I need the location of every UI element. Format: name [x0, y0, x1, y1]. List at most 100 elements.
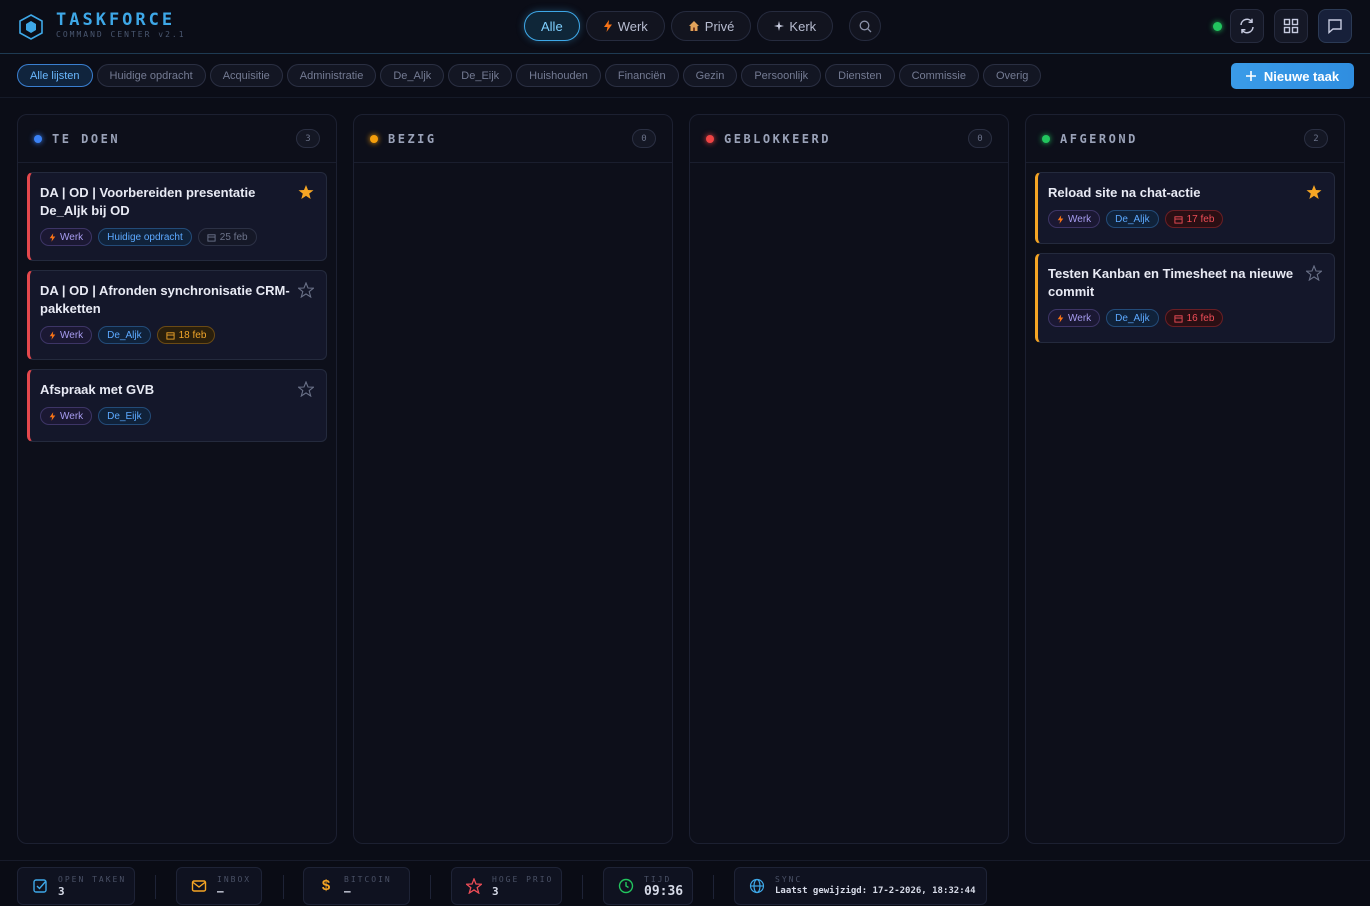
- filter-commissie[interactable]: Commissie: [898, 64, 979, 87]
- tab-prive[interactable]: Privé: [670, 11, 752, 41]
- column-status-dot: [706, 134, 714, 143]
- task-title: DA | OD | Afronden synchronisatie CRM-pa…: [40, 283, 290, 316]
- filter-alle-lijsten[interactable]: Alle lijsten: [17, 64, 93, 87]
- filter-huidige-opdracht[interactable]: Huidige opdracht: [96, 64, 206, 87]
- task-tags: Werk De_Aljk 16 feb: [1048, 309, 1298, 327]
- list-tag: De_Aljk: [1106, 210, 1159, 228]
- due-date-tag: 25 feb: [197, 228, 257, 246]
- task-card[interactable]: Testen Kanban en Timesheet na nieuwe com…: [1035, 253, 1335, 343]
- grid-icon: [1283, 18, 1299, 34]
- filter-administratie[interactable]: Administratie: [286, 64, 377, 87]
- star-filled-icon[interactable]: [1306, 184, 1322, 200]
- stat-sync[interactable]: SYNC Laatst gewijzigd: 17-2-2026, 18:32:…: [734, 867, 987, 905]
- due-date-label: 17 feb: [1186, 213, 1215, 225]
- lightning-icon: [49, 330, 56, 340]
- filter-de-aljk[interactable]: De_Aljk: [380, 64, 445, 87]
- column-te-doen: TE DOEN 3 DA | OD | Voorbereiden present…: [17, 114, 337, 844]
- task-card[interactable]: Reload site na chat-actie Werk De_Aljk 1…: [1035, 172, 1335, 244]
- column-count-badge: 0: [632, 129, 656, 148]
- lightning-icon: [1057, 214, 1064, 224]
- list-tag: De_Eijk: [98, 407, 151, 425]
- stat-value: –: [217, 884, 224, 898]
- checkbox-icon: [33, 879, 47, 893]
- hexagon-logo-icon: [19, 13, 43, 40]
- stat-value: 3: [58, 884, 65, 898]
- star-outline-icon[interactable]: [298, 381, 314, 397]
- chat-icon: [1328, 19, 1342, 34]
- card-list: Reload site na chat-actie Werk De_Aljk 1…: [1026, 163, 1344, 343]
- column-afgerond: AFGEROND 2 Reload site na chat-actie Wer…: [1025, 114, 1345, 844]
- tab-kerk[interactable]: Kerk: [757, 11, 834, 41]
- column-title: BEZIG: [388, 131, 437, 146]
- sparkle-icon: [774, 21, 785, 31]
- filter-diensten[interactable]: Diensten: [825, 64, 895, 87]
- column-title: AFGEROND: [1060, 131, 1138, 146]
- stat-high-priority[interactable]: HOGE PRIO 3: [451, 867, 562, 905]
- due-date-tag: 18 feb: [156, 326, 216, 344]
- star-outline-icon[interactable]: [298, 282, 314, 298]
- house-icon: [688, 21, 699, 31]
- due-date-tag: 16 feb: [1164, 309, 1224, 327]
- top-bar: TASKFORCE COMMAND CENTER v2.1 Alle Werk …: [0, 0, 1370, 54]
- status-footer: OPEN TAKEN 3 INBOX – $ BITCOIN – HOGE PR…: [0, 860, 1370, 906]
- task-card[interactable]: DA | OD | Afronden synchronisatie CRM-pa…: [27, 270, 327, 360]
- column-status-dot: [1042, 134, 1050, 143]
- stat-open-tasks[interactable]: OPEN TAKEN 3: [17, 867, 135, 905]
- filter-acquisitie[interactable]: Acquisitie: [209, 64, 283, 87]
- grid-view-button[interactable]: [1274, 9, 1308, 43]
- lightning-icon: [49, 411, 56, 421]
- stat-label: OPEN TAKEN: [58, 874, 127, 884]
- refresh-icon: [1240, 18, 1254, 34]
- tab-werk[interactable]: Werk: [585, 11, 665, 41]
- task-card[interactable]: Afspraak met GVB Werk De_Eijk: [27, 369, 327, 442]
- category-tag-label: Werk: [60, 231, 84, 243]
- category-tabs: Alle Werk Privé Kerk: [524, 11, 834, 41]
- task-title: Testen Kanban en Timesheet na nieuwe com…: [1048, 266, 1294, 299]
- filter-financien[interactable]: Financiën: [604, 64, 679, 87]
- due-date-label: 18 feb: [178, 329, 207, 341]
- stat-label: INBOX: [217, 874, 252, 884]
- refresh-button[interactable]: [1230, 9, 1264, 43]
- filter-gezin[interactable]: Gezin: [682, 64, 738, 87]
- task-card[interactable]: DA | OD | Voorbereiden presentatie De_Al…: [27, 172, 327, 261]
- column-title: TE DOEN: [52, 131, 121, 146]
- divider: [430, 875, 431, 899]
- stat-label: TIJD: [644, 874, 672, 884]
- app-logo[interactable]: TASKFORCE COMMAND CENTER v2.1: [18, 12, 186, 41]
- column-count-badge: 2: [1304, 129, 1328, 148]
- stat-value: 09:36: [644, 883, 684, 899]
- divider: [582, 875, 583, 899]
- list-filter-bar: Alle lijsten Huidige opdracht Acquisitie…: [17, 64, 1042, 87]
- chat-button[interactable]: [1318, 9, 1352, 43]
- tab-label: Werk: [617, 18, 648, 34]
- stat-inbox[interactable]: INBOX –: [176, 867, 262, 905]
- category-tag: Werk: [1048, 309, 1101, 327]
- plus-icon: [1245, 71, 1256, 81]
- lightning-icon: [603, 20, 612, 32]
- stat-bitcoin[interactable]: $ BITCOIN –: [303, 867, 410, 905]
- category-tag: Werk: [40, 326, 93, 344]
- new-task-button[interactable]: Nieuwe taak: [1231, 63, 1354, 89]
- due-date-tag: 17 feb: [1164, 210, 1224, 228]
- star-outline-icon[interactable]: [1306, 265, 1322, 281]
- tab-label: Privé: [704, 18, 735, 34]
- filter-overig[interactable]: Overig: [982, 64, 1042, 87]
- due-date-label: 16 feb: [1186, 312, 1215, 324]
- category-tag-label: Werk: [60, 410, 84, 422]
- mail-icon: [191, 880, 207, 892]
- filter-huishouden[interactable]: Huishouden: [516, 64, 601, 87]
- column-status-dot: [34, 134, 42, 143]
- task-tags: Werk De_Eijk: [40, 407, 290, 425]
- filter-persoonlijk[interactable]: Persoonlijk: [741, 64, 822, 87]
- search-icon: [859, 20, 871, 32]
- divider: [155, 875, 156, 899]
- category-tag-label: Werk: [1068, 312, 1092, 324]
- column-header: BEZIG 0: [354, 115, 672, 163]
- filter-de-eijk[interactable]: De_Eijk: [448, 64, 513, 87]
- column-header: AFGEROND 2: [1026, 115, 1344, 163]
- star-filled-icon[interactable]: [298, 184, 314, 200]
- search-button[interactable]: [849, 11, 881, 41]
- list-tag: Huidige opdracht: [98, 228, 192, 246]
- divider: [283, 875, 284, 899]
- tab-alle[interactable]: Alle: [524, 11, 580, 41]
